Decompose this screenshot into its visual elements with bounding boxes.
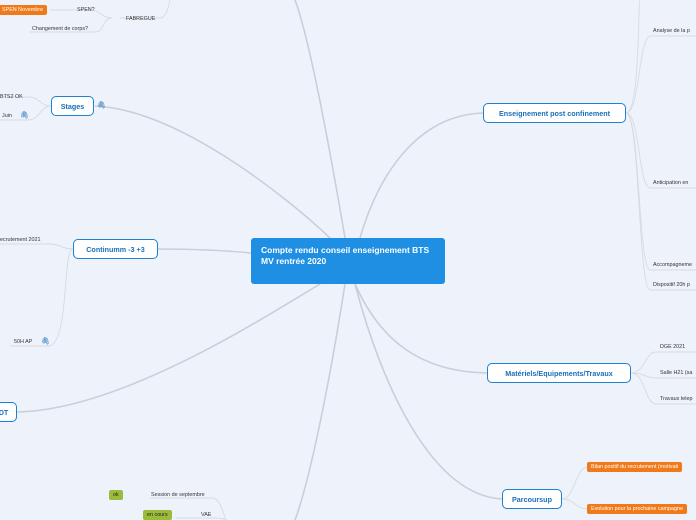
leaf-bts2[interactable]: BTS2 OK — [0, 93, 23, 101]
leaf-salle[interactable]: Salle H21 (sa — [660, 369, 692, 377]
leaf-spen-novembre[interactable]: SPEN Novembre — [0, 5, 48, 15]
leaf-50h-ap[interactable]: 50H AP — [14, 338, 32, 346]
leaf-changement[interactable]: Changement de corps? — [32, 25, 88, 33]
leaf-session[interactable]: Session de septembre — [151, 491, 205, 499]
leaf-fabregue[interactable]: FABREGUE — [126, 15, 155, 23]
leaf-juin[interactable]: Juin — [2, 112, 12, 120]
topic-enseignement-post-confinement[interactable]: Enseignement post confinement — [483, 103, 626, 123]
central-topic[interactable]: Compte rendu conseil enseignement BTS MV… — [251, 238, 445, 284]
leaf-bilan[interactable]: Bilan positif du recrutement (motivati — [587, 462, 683, 472]
leaf-ok[interactable]: ok — [109, 490, 123, 500]
topic-dt[interactable]: DT — [0, 402, 17, 422]
leaf-evolution[interactable]: Evolution pour la prochaine campagne — [587, 504, 688, 514]
leaf-dge[interactable]: DGE 2021 — [660, 343, 685, 351]
topic-continuum[interactable]: Continumm -3 +3 — [73, 239, 158, 259]
paperclip-icon[interactable]: 🖇 — [97, 102, 106, 110]
leaf-dispositif[interactable]: Dispositif 20h p — [653, 281, 690, 289]
topic-parcoursup[interactable]: Parcoursup — [502, 489, 562, 509]
leaf-travaux[interactable]: Travaux telep — [660, 395, 692, 403]
leaf-en-cours[interactable]: en cours — [143, 510, 172, 520]
paperclip-icon[interactable]: 🖇 — [20, 112, 29, 120]
leaf-vae[interactable]: VAE — [201, 511, 211, 519]
topic-materiels-equipements-travaux[interactable]: Matériels/Equipements/Travaux — [487, 363, 631, 383]
leaf-recrutement[interactable]: ecrutement 2021 — [0, 236, 40, 244]
leaf-analyse[interactable]: Analyse de la p — [653, 27, 690, 35]
leaf-accompagnement[interactable]: Accompagneme — [653, 261, 692, 269]
leaf-anticipation[interactable]: Anticipation en — [653, 179, 688, 187]
leaf-spen[interactable]: SPEN? — [77, 6, 95, 14]
paperclip-icon[interactable]: 🖇 — [41, 338, 50, 346]
topic-stages[interactable]: Stages — [51, 96, 94, 116]
